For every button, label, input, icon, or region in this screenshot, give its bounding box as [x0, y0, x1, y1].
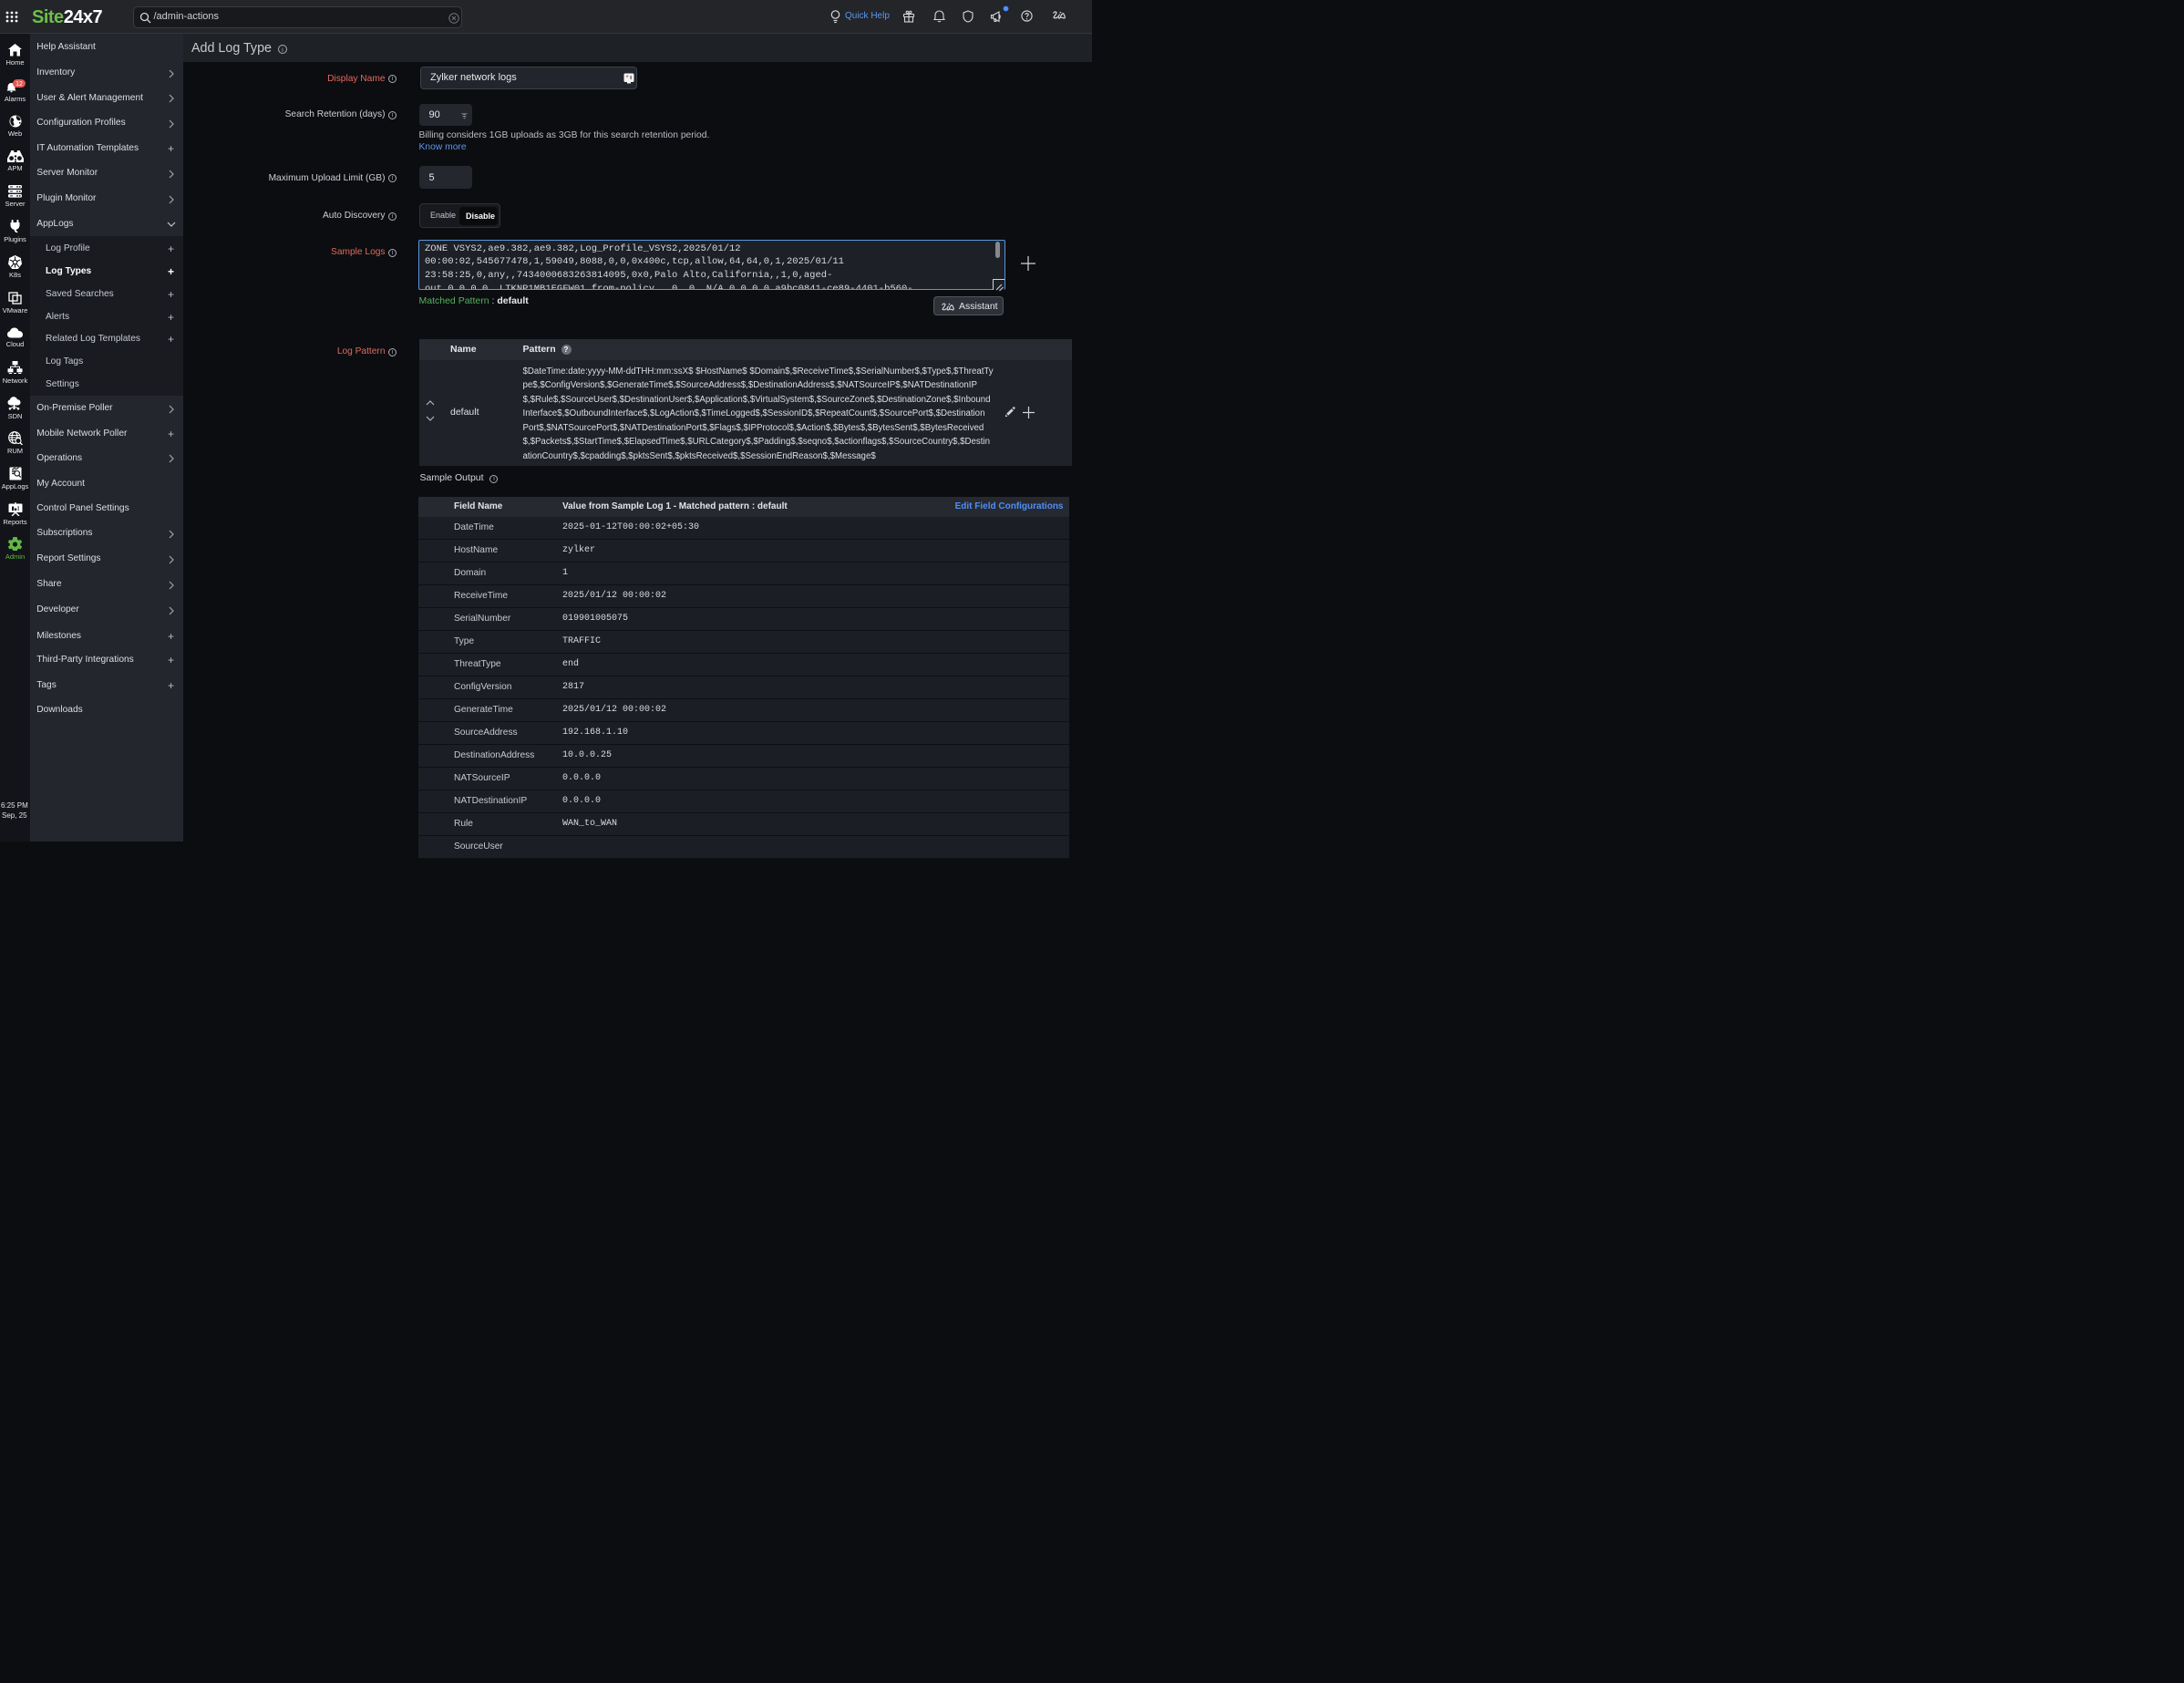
svg-text:12: 12	[15, 81, 23, 88]
svg-text:*: *	[625, 74, 628, 82]
